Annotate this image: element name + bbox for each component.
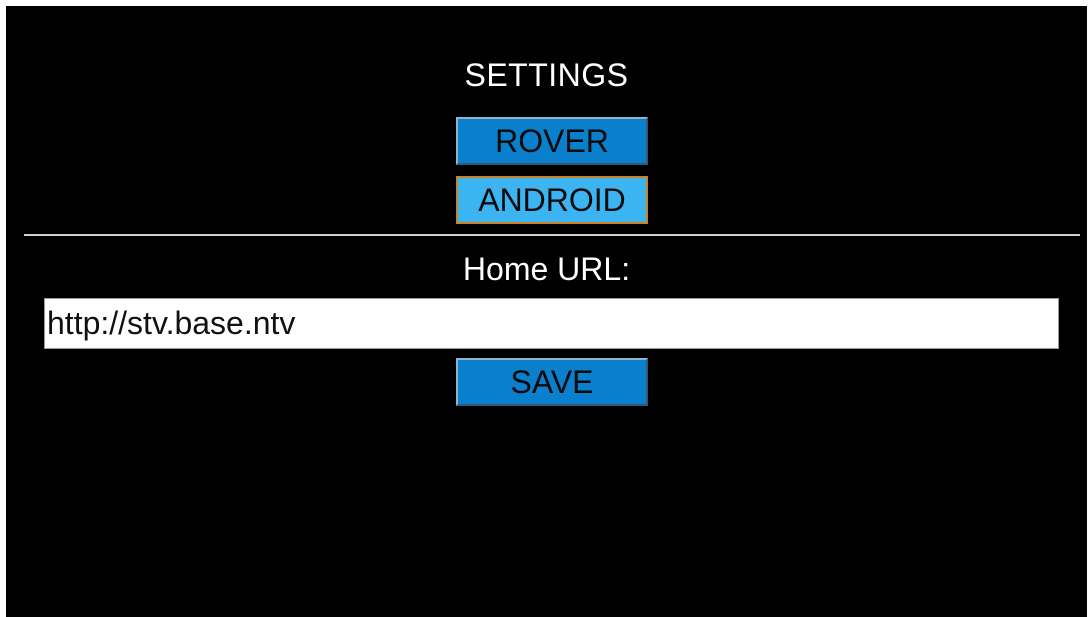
home-url-label: Home URL: [462, 251, 631, 287]
home-url-input[interactable] [44, 298, 1059, 349]
page-title: SETTINGS [464, 57, 629, 93]
android-button[interactable]: ANDROID [456, 176, 648, 224]
rover-button[interactable]: ROVER [456, 117, 648, 165]
settings-screen: SETTINGS ROVER ANDROID Home URL: SAVE [6, 6, 1087, 617]
save-button[interactable]: SAVE [456, 358, 648, 406]
divider [24, 234, 1080, 236]
